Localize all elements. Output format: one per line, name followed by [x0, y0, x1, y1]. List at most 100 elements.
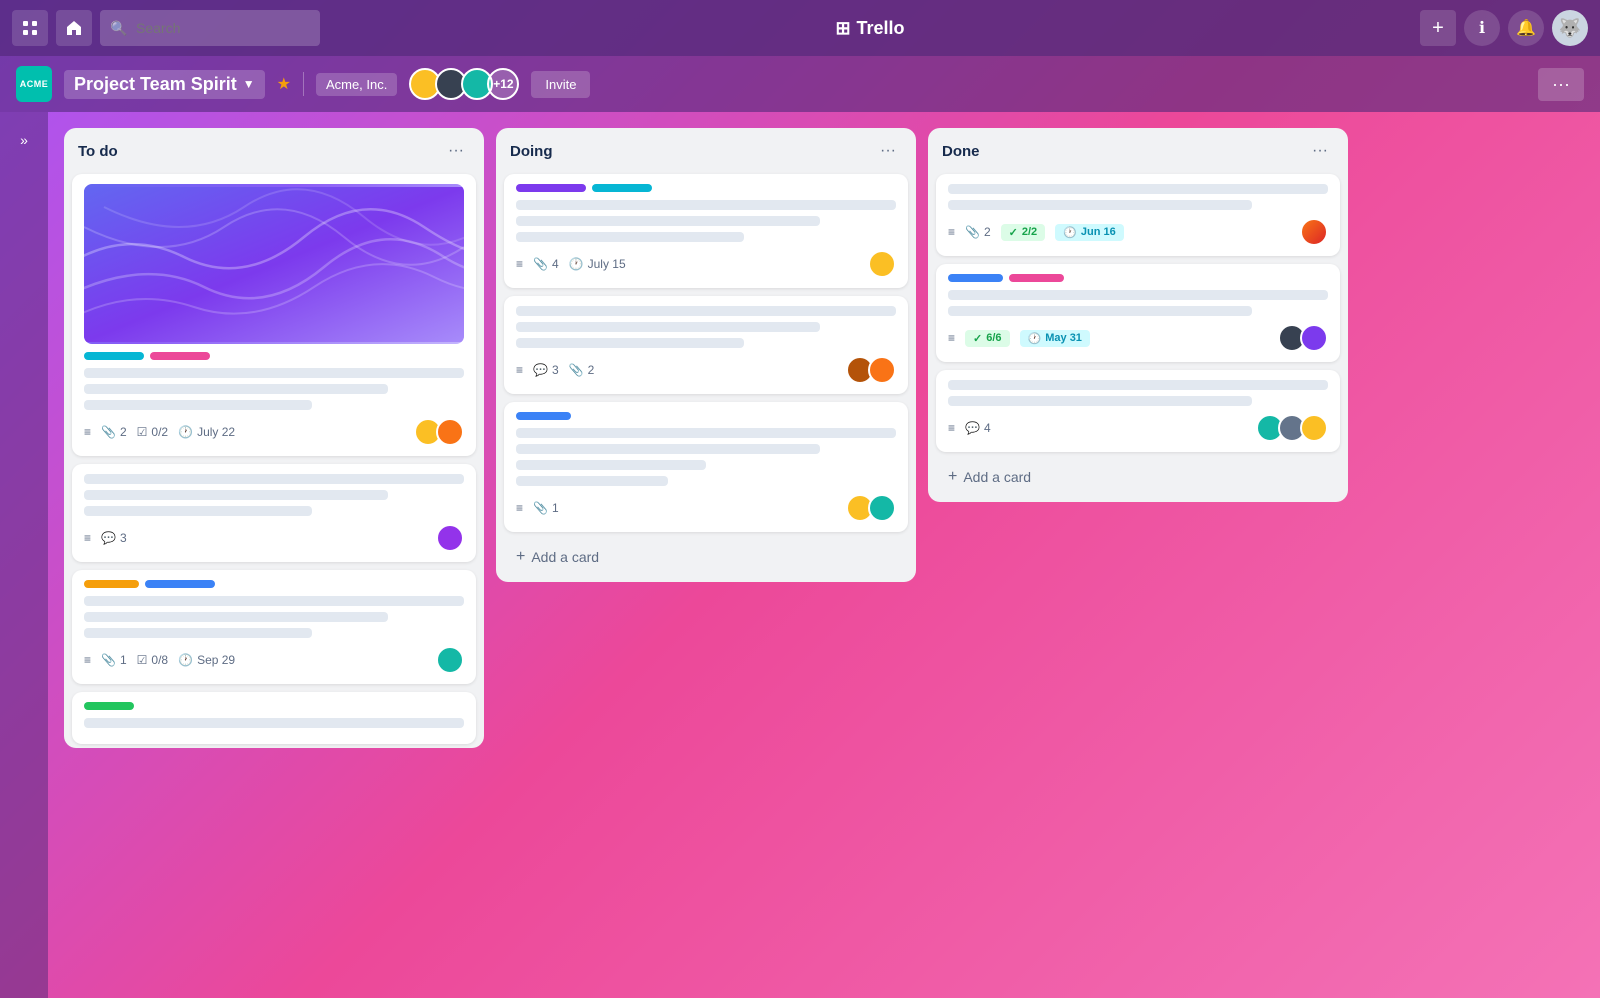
workspace-logo[interactable]: ACME [16, 66, 52, 102]
card-footer: ≡ 📎 1 [516, 494, 896, 522]
workspace-tag[interactable]: Acme, Inc. [316, 73, 397, 96]
attachment-meta: 📎 2 [965, 225, 991, 239]
card-todo-2[interactable]: ≡ 💬 3 [72, 464, 476, 562]
comment-meta: 💬 3 [533, 363, 559, 377]
card-avatar-yellow[interactable] [868, 250, 896, 278]
card-doing-3[interactable]: ≡ 📎 1 [504, 402, 908, 532]
column-todo-more-button[interactable]: ··· [442, 140, 470, 162]
sidebar-collapse-button[interactable]: » [12, 124, 36, 156]
card-text-medium [84, 490, 388, 500]
card-footer: ≡ 💬 3 [84, 524, 464, 552]
comment-meta: 💬 3 [101, 531, 127, 545]
card-text-full [948, 184, 1328, 194]
paperclip-icon: 📎 [569, 363, 584, 377]
checklist-value: 0/8 [151, 653, 168, 667]
member-count[interactable]: +12 [487, 68, 519, 100]
card-todo-4[interactable] [72, 692, 476, 744]
info-button[interactable]: ℹ [1464, 10, 1500, 46]
card-footer: ≡ 💬 4 [948, 414, 1328, 442]
card-avatar-orange[interactable] [1300, 218, 1328, 246]
due-date: Jun 16 [1081, 226, 1116, 238]
star-icon[interactable]: ★ [277, 74, 291, 94]
checklist-done-badge: ✓ 6/6 [965, 330, 1010, 347]
column-doing-body: ≡ 📎 4 🕐 July 15 [496, 170, 916, 536]
tag-blue [948, 274, 1003, 282]
column-done-more-button[interactable]: ··· [1306, 140, 1334, 162]
user-avatar[interactable]: 🐺 [1552, 10, 1588, 46]
card-doing-2[interactable]: ≡ 💬 3 📎 2 [504, 296, 908, 394]
desc-icon: ≡ [948, 331, 955, 345]
due-done-badge: 🕐 May 31 [1020, 330, 1090, 347]
card-avatar-teal[interactable] [436, 646, 464, 674]
card-text-full [516, 200, 896, 210]
add-button[interactable]: + [1420, 10, 1456, 46]
due-date: Sep 29 [197, 653, 235, 667]
due-meta: 🕐 July 15 [569, 257, 626, 271]
card-text-short [84, 506, 312, 516]
card-avatar-purple[interactable] [1300, 324, 1328, 352]
tag-blue [516, 412, 571, 420]
add-card-done-button[interactable]: + Add a card [936, 460, 1340, 494]
card-text-medium [948, 306, 1252, 316]
card-avatar-orange[interactable] [436, 418, 464, 446]
search-input[interactable] [100, 10, 320, 46]
card-done-2[interactable]: ≡ ✓ 6/6 🕐 May 31 [936, 264, 1340, 362]
card-done-1[interactable]: ≡ 📎 2 ✓ 2/2 🕐 Jun 16 [936, 174, 1340, 256]
card-avatar-orange[interactable] [868, 356, 896, 384]
card-text-medium [948, 396, 1252, 406]
card-avatar-purple[interactable] [436, 524, 464, 552]
grid-icon[interactable] [12, 10, 48, 46]
card-todo-1[interactable]: ≡ 📎 2 ☑ 0/2 🕐 July 22 [72, 174, 476, 456]
checklist-meta: ☑ 0/2 [137, 425, 168, 439]
paperclip-icon: 📎 [965, 225, 980, 239]
card-done-3[interactable]: ≡ 💬 4 [936, 370, 1340, 452]
card-footer: ≡ 📎 1 ☑ 0/8 🕐 Sep 29 [84, 646, 464, 674]
desc-icon: ≡ [516, 363, 523, 377]
desc-icon: ≡ [84, 653, 91, 667]
card-avatar-yellow3[interactable] [1300, 414, 1328, 442]
check-icon: ☑ [137, 425, 148, 439]
card-footer: ≡ ✓ 6/6 🕐 May 31 [948, 324, 1328, 352]
workspace-name: Acme, Inc. [326, 77, 387, 92]
card-cover-image [84, 184, 464, 344]
card-text-full [84, 596, 464, 606]
due-done-badge: 🕐 Jun 16 [1055, 224, 1124, 241]
invite-button[interactable]: Invite [531, 71, 590, 98]
board-title-wrap[interactable]: Project Team Spirit ▼ [64, 70, 265, 99]
tag-yellow [84, 580, 139, 588]
paperclip-icon: 📎 [101, 425, 116, 439]
attachment-count: 2 [120, 425, 127, 439]
attachment-count: 4 [552, 257, 559, 271]
card-avatars [846, 494, 896, 522]
clock-icon: 🕐 [1063, 226, 1077, 239]
workspace-abbr: ACME [20, 79, 49, 89]
card-text-full [948, 290, 1328, 300]
board-more-button[interactable]: ··· [1538, 68, 1584, 101]
add-card-doing-button[interactable]: + Add a card [504, 540, 908, 574]
card-text-medium [84, 384, 388, 394]
home-icon[interactable] [56, 10, 92, 46]
checklist-done-value: 6/6 [986, 332, 1001, 344]
card-avatars [1300, 218, 1328, 246]
notification-button[interactable]: 🔔 [1508, 10, 1544, 46]
card-avatars [1256, 414, 1328, 442]
column-doing-more-button[interactable]: ··· [874, 140, 902, 162]
card-text-medium [516, 216, 820, 226]
column-done: Done ··· ≡ 📎 2 ✓ 2 [928, 128, 1348, 502]
card-tags [84, 352, 464, 360]
cover-svg [84, 187, 464, 342]
card-footer: ≡ 📎 4 🕐 July 15 [516, 250, 896, 278]
tag-cyan [84, 352, 144, 360]
card-avatars [868, 250, 896, 278]
card-todo-3[interactable]: ≡ 📎 1 ☑ 0/8 🕐 Sep 29 [72, 570, 476, 684]
add-card-label: Add a card [963, 469, 1031, 485]
card-text-short [516, 338, 744, 348]
checklist-done-value: 2/2 [1022, 226, 1037, 238]
tag-blue [145, 580, 215, 588]
column-todo-title: To do [78, 143, 118, 160]
card-doing-1[interactable]: ≡ 📎 4 🕐 July 15 [504, 174, 908, 288]
card-tags [516, 412, 896, 420]
column-todo-header: To do ··· [64, 128, 484, 170]
card-avatar-teal2[interactable] [868, 494, 896, 522]
card-text-full [516, 306, 896, 316]
